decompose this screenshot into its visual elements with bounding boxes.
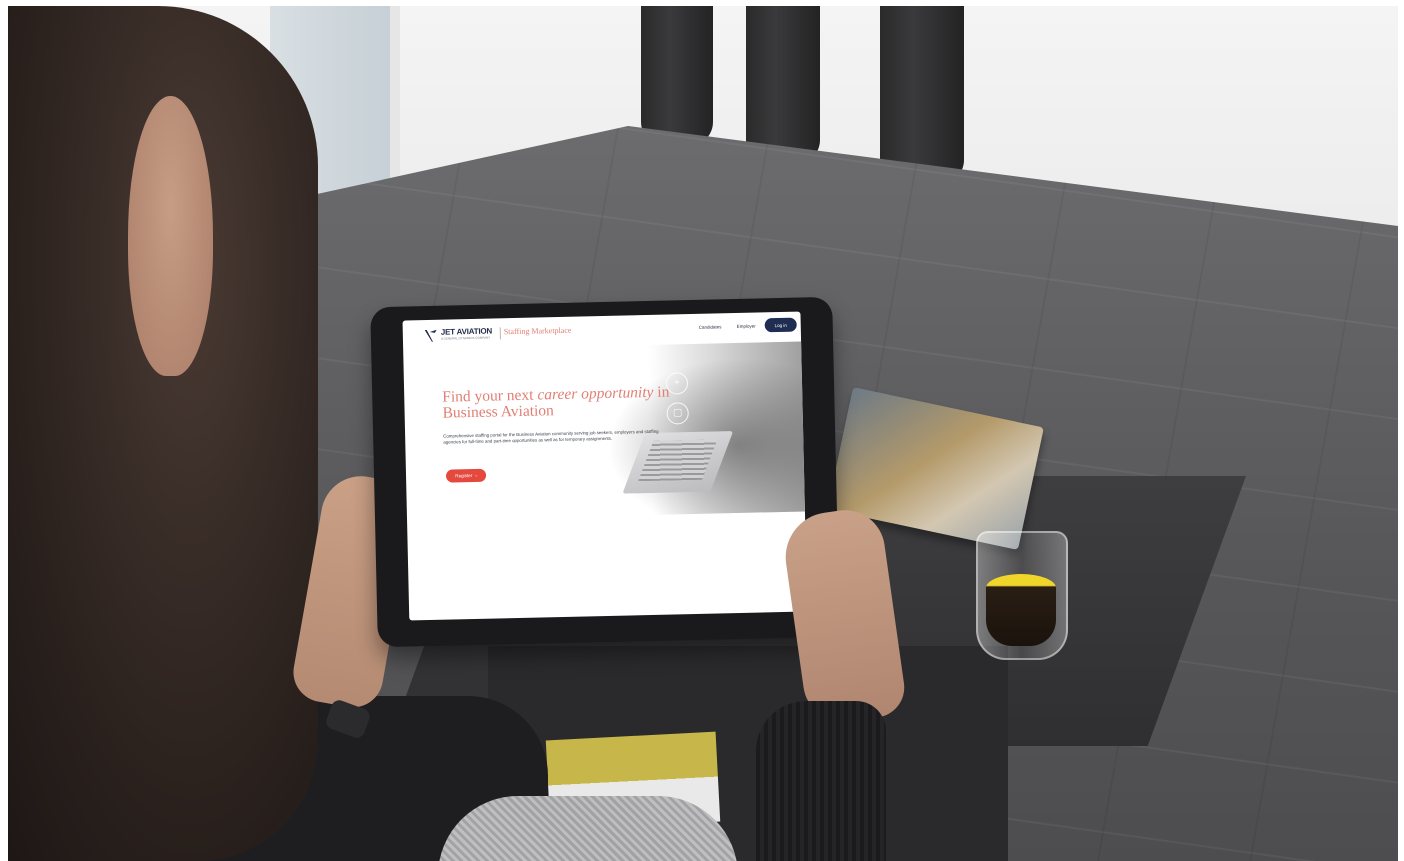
hero-headline: Find your next career opportunity in Bus… xyxy=(442,384,693,422)
nav-link-candidates[interactable]: Candidates xyxy=(699,324,722,330)
jet-aviation-logo-icon xyxy=(424,329,437,342)
vase-right xyxy=(880,6,964,184)
photo-scene: + ▢ JET AVIATION A GENERAL DYNAMICS COMP… xyxy=(8,6,1398,861)
brand-divider xyxy=(499,327,501,340)
register-button[interactable]: Register › xyxy=(445,468,487,483)
nav-link-employer[interactable]: Employer xyxy=(737,324,756,329)
tablet-screen: + ▢ JET AVIATION A GENERAL DYNAMICS COMP… xyxy=(402,311,808,621)
register-label: Register xyxy=(455,473,473,479)
espresso-coffee xyxy=(986,574,1056,646)
vase-middle xyxy=(746,6,820,164)
headline-italic: career opportunity xyxy=(537,383,654,404)
tablet-device: + ▢ JET AVIATION A GENERAL DYNAMICS COMP… xyxy=(370,296,840,648)
login-button[interactable]: Log in xyxy=(764,317,797,333)
person-ear xyxy=(128,96,213,376)
product-name: Staffing Marketplace xyxy=(503,325,572,337)
brand-tagline: A GENERAL DYNAMICS COMPANY xyxy=(440,335,491,341)
chevron-right-icon: › xyxy=(475,472,477,478)
vase-left xyxy=(641,6,713,146)
right-sleeve xyxy=(756,701,886,861)
person-skirt xyxy=(438,796,738,861)
